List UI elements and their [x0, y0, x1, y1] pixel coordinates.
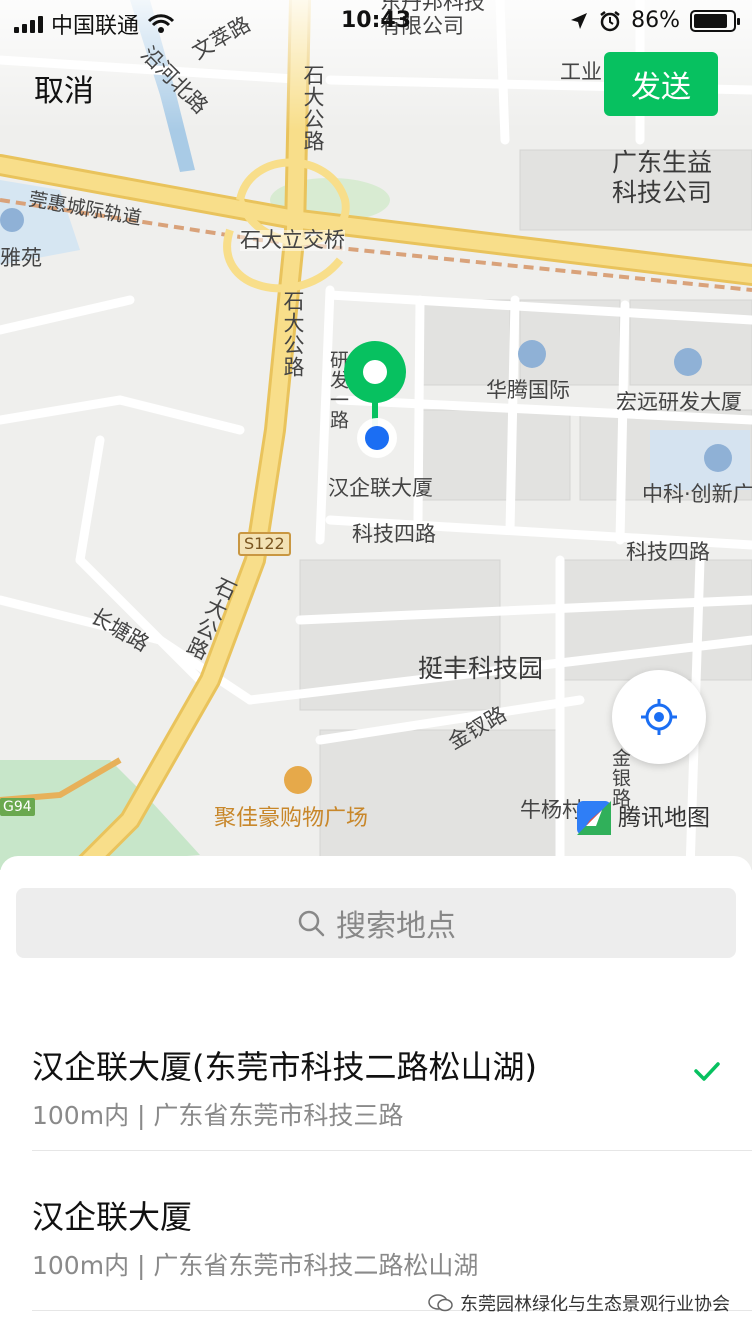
battery-fill [694, 13, 727, 28]
status-right: 86% [569, 8, 740, 33]
search-placeholder: 搜索地点 [336, 909, 456, 944]
cancel-button[interactable]: 取消 [34, 66, 94, 110]
result-subtitle: 100m内 | 广东省东莞市科技三路 [32, 1101, 404, 1130]
result-title: 汉企联大厦(东莞市科技二路松山湖) [32, 1048, 537, 1086]
map-label-route-shield: G94 [0, 798, 35, 816]
battery-icon [690, 9, 740, 32]
result-item[interactable]: 汉企联大厦(东莞市科技二路松山湖) 100m内 | 广东省东莞市科技三路 [0, 1016, 752, 1176]
map-label-road: 金银路 [609, 748, 631, 808]
building-icon [704, 444, 732, 472]
selected-location-pin[interactable] [342, 338, 408, 458]
search-icon [298, 910, 325, 937]
result-title: 汉企联大厦 [32, 1198, 193, 1236]
location-arrow-icon [571, 12, 588, 29]
building-icon [0, 208, 24, 232]
watermark: 东莞园林绿化与生态景观行业协会 [428, 1290, 730, 1316]
map-label-building: 宏远研发大厦 [616, 390, 742, 414]
tencent-map-icon [577, 801, 611, 835]
watermark-text: 东莞园林绿化与生态景观行业协会 [460, 1294, 730, 1315]
map-label-road: 石大公路 [281, 290, 305, 378]
map-label-area: 牛杨村 [520, 798, 583, 822]
building-icon [674, 348, 702, 376]
map-label-bridge: 石大立交桥 [240, 228, 345, 252]
map-label-building: 汉企联大厦 [328, 476, 433, 500]
divider [32, 1150, 752, 1151]
alarm-icon [600, 10, 620, 31]
wechat-icon [428, 1294, 453, 1312]
map-view[interactable]: 文萃路 沿河北路 石大公路 莞惠城际轨道 石大立交桥 雅苑 广东生益 科技公司 … [0, 0, 752, 870]
map-label-park: 挺丰科技园 [418, 654, 544, 683]
building-icon [518, 340, 546, 368]
send-button[interactable]: 发送 [604, 52, 718, 116]
mall-icon [284, 766, 312, 794]
map-provider-logo: 腾讯地图 [576, 800, 710, 836]
map-label-poi: 聚佳豪购物广场 [214, 806, 369, 831]
map-label-company: 广东生益 科技公司 [612, 148, 713, 207]
map-label-road: 石大公路 [301, 64, 325, 152]
locate-me-button[interactable] [612, 670, 706, 764]
map-label-road: 科技四路 [626, 540, 710, 564]
map-label-route-shield: S122 [238, 532, 291, 556]
map-provider-name: 腾讯地图 [618, 804, 710, 831]
map-label-area: 雅苑 [0, 246, 42, 270]
result-subtitle: 100m内 | 广东省东莞市科技二路松山湖 [32, 1251, 479, 1280]
location-results-sheet: 搜索地点 汉企联大厦(东莞市科技二路松山湖) 100m内 | 广东省东莞市科技三… [0, 856, 752, 1334]
battery-percent: 86% [631, 8, 680, 33]
checkmark-icon [694, 1062, 720, 1081]
map-label-road: 科技四路 [352, 522, 436, 546]
map-label-area: 工业 [560, 60, 602, 84]
map-label-building: 中科·创新广 [642, 482, 752, 506]
crosshair-icon [641, 699, 677, 735]
map-label-building: 华腾国际 [486, 378, 570, 402]
search-input[interactable]: 搜索地点 [16, 888, 736, 958]
status-bar: 中国联通 10:43 86% [0, 0, 752, 40]
